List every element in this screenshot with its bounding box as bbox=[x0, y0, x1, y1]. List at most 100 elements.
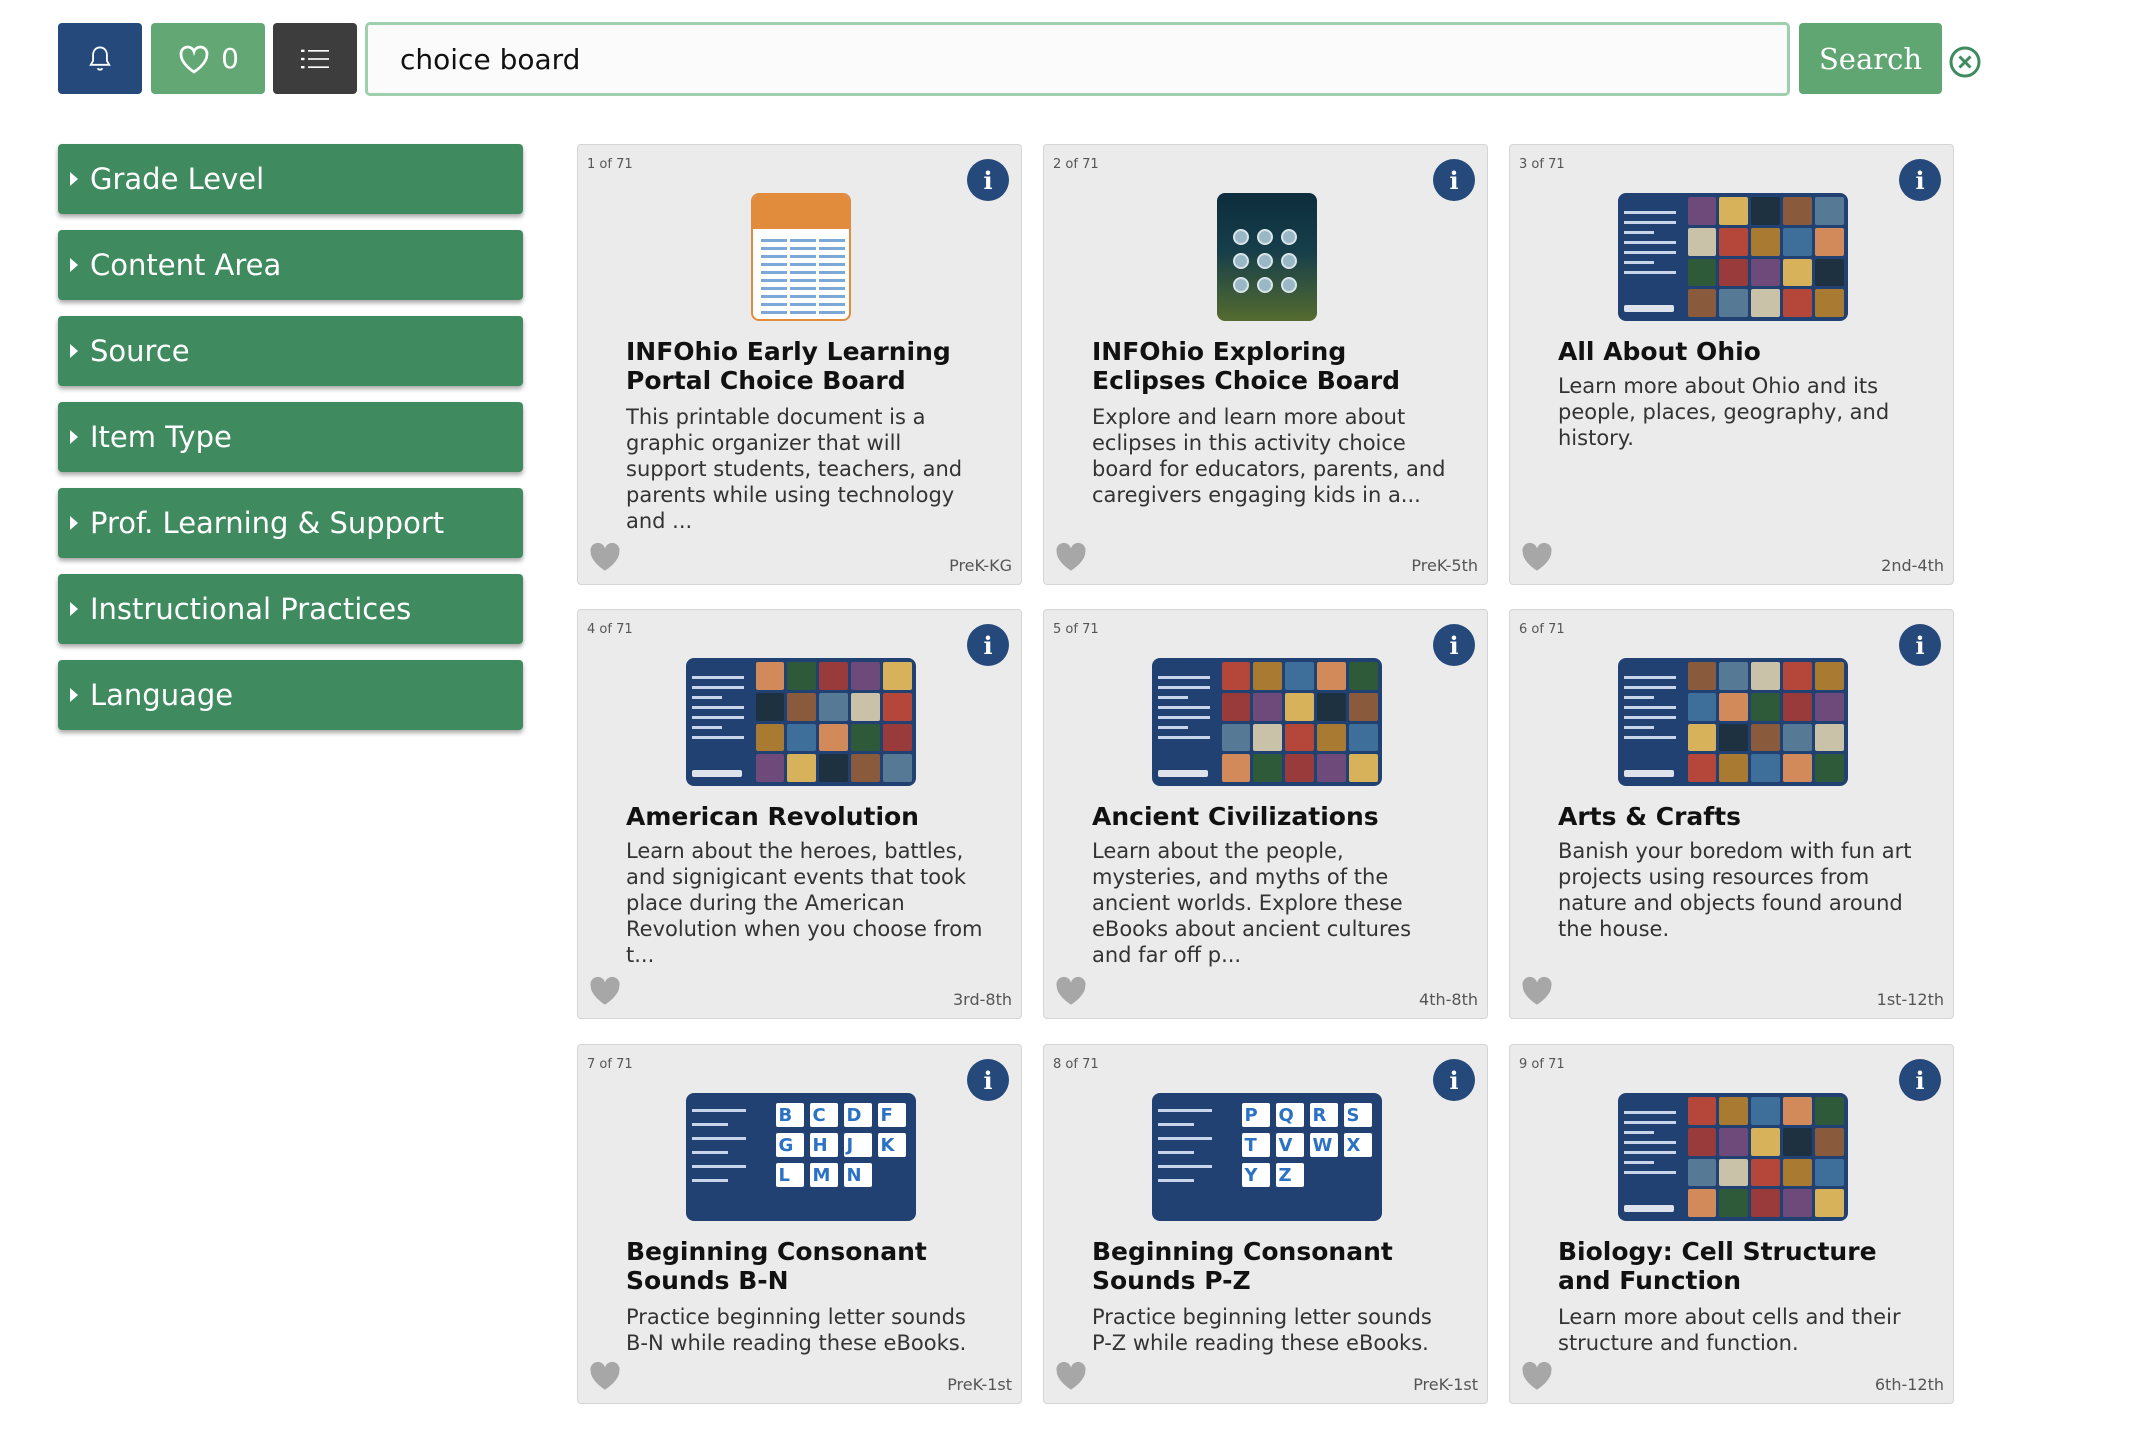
caption-line bbox=[1157, 706, 1210, 709]
collage-tile bbox=[1782, 1097, 1812, 1125]
facet-source[interactable]: Source bbox=[58, 316, 523, 386]
collage-tile bbox=[1814, 662, 1844, 690]
caption-line bbox=[1157, 1123, 1194, 1126]
collage-tile bbox=[882, 754, 912, 782]
collage-tile bbox=[787, 662, 817, 690]
result-thumbnail[interactable] bbox=[1617, 193, 1848, 321]
facet-instructional-practices[interactable]: Instructional Practices bbox=[58, 574, 523, 644]
result-description: Learn more about cells and their structu… bbox=[1558, 1305, 1901, 1355]
info-icon[interactable]: i bbox=[967, 624, 1009, 666]
result-card[interactable]: 2 of 71 i INFOhio Exploring Eclipses Choic… bbox=[1043, 144, 1488, 585]
result-title[interactable]: All About Ohio bbox=[1558, 337, 1928, 366]
collage-tile bbox=[1253, 754, 1283, 782]
collage-tile bbox=[1782, 1127, 1812, 1156]
result-title[interactable]: American Revolution bbox=[626, 802, 996, 831]
collage-tile bbox=[819, 662, 848, 690]
result-card[interactable]: 9 of 71 i Biology: Cell Structure and Func… bbox=[1509, 1044, 1954, 1404]
notifications-button[interactable] bbox=[58, 23, 142, 94]
favorite-heart-icon[interactable] bbox=[1520, 542, 1554, 572]
favorite-heart-icon[interactable] bbox=[1054, 542, 1088, 572]
result-title[interactable]: INFOhio Early Learning Portal Choice Boa… bbox=[626, 337, 996, 395]
result-position: 5 of 71 bbox=[1053, 622, 1099, 637]
result-thumbnail[interactable] bbox=[750, 193, 851, 321]
result-thumbnail[interactable] bbox=[685, 658, 916, 786]
search-button[interactable]: Search bbox=[1799, 23, 1942, 94]
result-description: Learn more about Ohio and its people, pl… bbox=[1558, 374, 1890, 450]
collage-tile bbox=[1687, 692, 1717, 721]
result-card[interactable]: 7 of 71 i B C D F G H J K L M N Beginning Consonant S… bbox=[577, 1044, 1022, 1404]
result-title[interactable]: Beginning Consonant Sounds B-N bbox=[626, 1237, 996, 1295]
collage-tile bbox=[1316, 723, 1346, 752]
facet-label: Source bbox=[90, 334, 190, 368]
favorite-heart-icon[interactable] bbox=[1054, 1361, 1088, 1391]
thumbnail-caption-panel bbox=[1618, 1093, 1684, 1221]
document-text-column bbox=[760, 239, 787, 319]
collage-tile bbox=[819, 754, 848, 782]
facet-language[interactable]: Language bbox=[58, 660, 523, 730]
favorite-heart-icon[interactable] bbox=[588, 976, 622, 1006]
facet-grade-level[interactable]: Grade Level bbox=[58, 144, 523, 214]
caption-line bbox=[1157, 696, 1188, 699]
thumbnail-collage bbox=[755, 662, 912, 782]
info-icon[interactable]: i bbox=[1899, 159, 1941, 201]
result-card[interactable]: 6 of 71 i Arts & Crafts Banish your boredom… bbox=[1509, 609, 1954, 1019]
info-icon[interactable]: i bbox=[1433, 624, 1475, 666]
result-thumbnail[interactable] bbox=[1617, 1093, 1848, 1221]
clear-search-icon[interactable] bbox=[1948, 45, 1982, 79]
favorite-heart-icon[interactable] bbox=[1520, 1361, 1554, 1391]
info-icon[interactable]: i bbox=[967, 159, 1009, 201]
result-title[interactable]: Ancient Civilizations bbox=[1092, 802, 1462, 831]
filter-sidebar: Grade Level Content Area Source Item Typ… bbox=[58, 144, 523, 746]
eclipse-circle bbox=[1256, 277, 1273, 293]
facet-item-type[interactable]: Item Type bbox=[58, 402, 523, 472]
thumbnail-collage bbox=[1687, 1097, 1844, 1217]
collage-tile bbox=[1285, 754, 1314, 782]
info-icon[interactable]: i bbox=[967, 1059, 1009, 1101]
letter-tile: X bbox=[1343, 1133, 1372, 1157]
result-thumbnail[interactable] bbox=[1216, 193, 1317, 321]
caption-line bbox=[1623, 1131, 1654, 1134]
favorite-heart-icon[interactable] bbox=[588, 1361, 622, 1391]
favorite-heart-icon[interactable] bbox=[588, 542, 622, 572]
collage-tile bbox=[1221, 754, 1251, 782]
result-card[interactable]: 3 of 71 i All About Ohio Learn more about O… bbox=[1509, 144, 1954, 585]
info-icon[interactable]: i bbox=[1899, 1059, 1941, 1101]
result-thumbnail[interactable] bbox=[1617, 658, 1848, 786]
result-card[interactable]: 4 of 71 i American Revolution Learn about t… bbox=[577, 609, 1022, 1019]
collage-tile bbox=[1782, 227, 1812, 256]
search-input[interactable] bbox=[365, 22, 1790, 96]
result-thumbnail[interactable]: PQRS TVWX YZ bbox=[1151, 1093, 1382, 1221]
collage-tile bbox=[1285, 723, 1314, 752]
favorites-button[interactable]: 0 bbox=[151, 23, 265, 94]
result-title[interactable]: Arts & Crafts bbox=[1558, 802, 1928, 831]
collage-tile bbox=[1782, 723, 1812, 752]
caret-right-icon bbox=[70, 602, 78, 616]
collage-tile bbox=[1687, 662, 1717, 690]
result-title[interactable]: Beginning Consonant Sounds P-Z bbox=[1092, 1237, 1462, 1295]
caption-line bbox=[691, 1109, 746, 1112]
favorite-heart-icon[interactable] bbox=[1520, 976, 1554, 1006]
collage-tile bbox=[1814, 258, 1844, 287]
list-view-button[interactable] bbox=[273, 23, 357, 94]
result-card[interactable]: 5 of 71 i Ancient Civilizations Learn about… bbox=[1043, 609, 1488, 1019]
result-card[interactable]: 1 of 71 i INFOhio Early Learning Portal Ch… bbox=[577, 144, 1022, 585]
favorite-heart-icon[interactable] bbox=[1054, 976, 1088, 1006]
result-title[interactable]: Biology: Cell Structure and Function bbox=[1558, 1237, 1928, 1295]
collage-tile bbox=[1814, 723, 1844, 752]
caption-line bbox=[1623, 1141, 1676, 1144]
result-card[interactable]: 8 of 71 i P Q R S T V W X Y Z Beginning Consonant So… bbox=[1043, 1044, 1488, 1404]
facet-content-area[interactable]: Content Area bbox=[58, 230, 523, 300]
result-thumbnail[interactable]: BCDF GHJK LMN bbox=[685, 1093, 916, 1221]
info-icon[interactable]: i bbox=[1433, 1059, 1475, 1101]
info-icon[interactable]: i bbox=[1433, 159, 1475, 201]
collage-tile bbox=[787, 754, 817, 782]
result-description: Learn about the heroes, battles, and sig… bbox=[626, 839, 983, 967]
result-position: 8 of 71 bbox=[1053, 1057, 1099, 1072]
collage-tile bbox=[1782, 754, 1812, 782]
info-icon[interactable]: i bbox=[1899, 624, 1941, 666]
result-title[interactable]: INFOhio Exploring Eclipses Choice Board bbox=[1092, 337, 1462, 395]
caret-right-icon bbox=[70, 172, 78, 186]
caption-line bbox=[1623, 726, 1654, 729]
facet-prof-learning[interactable]: Prof. Learning & Support bbox=[58, 488, 523, 558]
result-thumbnail[interactable] bbox=[1151, 658, 1382, 786]
